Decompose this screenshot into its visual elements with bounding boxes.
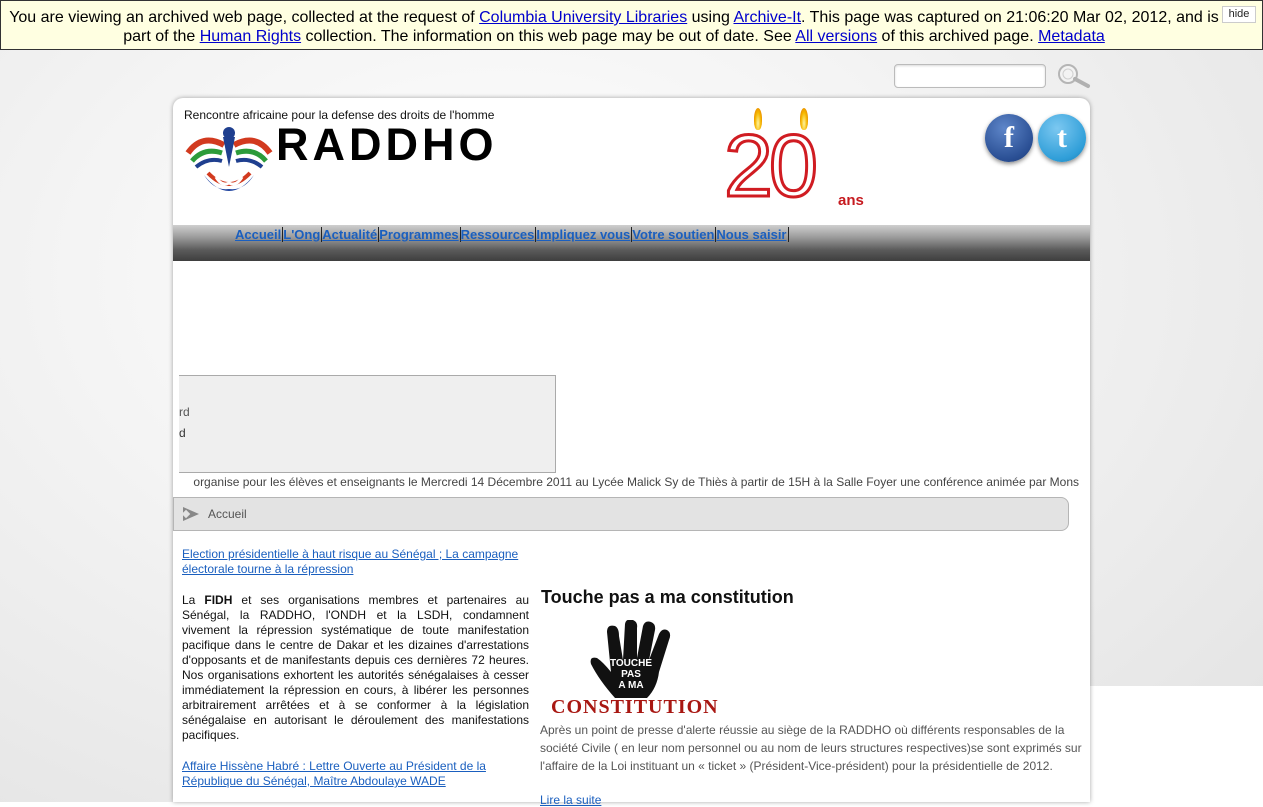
archive-text-5: of this archived page. <box>877 28 1039 45</box>
archive-banner: You are viewing an archived web page, co… <box>0 0 1263 50</box>
featured-title: Touche pas a ma constitution <box>541 587 794 607</box>
nav-actualite[interactable]: Actualité <box>322 227 380 242</box>
hide-banner-button[interactable]: hide <box>1222 6 1256 23</box>
archive-text-4: collection. The information on this web … <box>301 28 796 45</box>
article-1-body: La FIDH et ses organisations membres et … <box>182 593 529 743</box>
search-input[interactable] <box>894 64 1046 88</box>
columbia-libraries-link[interactable]: Columbia University Libraries <box>479 9 687 26</box>
slider-panel[interactable] <box>179 375 556 473</box>
nav-nous-saisir[interactable]: Nous saisir <box>716 227 789 242</box>
hand-text-3: A MA <box>618 680 643 691</box>
nav-programmes[interactable]: Programmes <box>379 227 461 242</box>
archive-text-2: using <box>687 9 734 26</box>
breadcrumb <box>173 497 1069 531</box>
article-2-title: Affaire Hissène Habré : Lettre Ouverte a… <box>182 759 522 789</box>
stop-hand-icon[interactable]: TOUCHE PAS A MA <box>585 620 685 704</box>
hand-text-2: PAS <box>621 669 641 680</box>
slider-text-2: d <box>179 426 186 440</box>
featured-body: Après un point de presse d'alerte réussi… <box>540 723 1082 773</box>
page-background-corner <box>1090 686 1263 802</box>
article-2-link[interactable]: Affaire Hissène Habré : Lettre Ouverte a… <box>182 759 486 788</box>
article-1-text: et ses organisations membres et partenai… <box>182 593 529 742</box>
article-1-link[interactable]: Election présidentielle à haut risque au… <box>182 547 518 576</box>
read-more-link[interactable]: Lire la suite <box>540 793 601 807</box>
nav-ressources[interactable]: Ressources <box>460 227 537 242</box>
article-1-title: Election présidentielle à haut risque au… <box>182 547 522 577</box>
archive-it-link[interactable]: Archive-It <box>733 9 801 26</box>
nav-ong[interactable]: L'Ong <box>283 227 323 242</box>
read-more: Lire la suite <box>540 793 601 807</box>
slider-text-1: rd <box>179 405 190 419</box>
breadcrumb-current: Accueil <box>208 507 247 521</box>
nav-accueil[interactable]: Accueil <box>235 227 284 242</box>
article-1-lead: La <box>182 593 205 607</box>
hand-text-1: TOUCHE <box>610 658 652 669</box>
search-icon[interactable] <box>1052 61 1092 91</box>
twitter-icon[interactable]: t <box>1038 114 1086 162</box>
archive-notice: You are viewing an archived web page, co… <box>7 8 1221 46</box>
nav-votre-soutien[interactable]: Votre soutien <box>632 227 717 242</box>
all-versions-link[interactable]: All versions <box>795 28 877 45</box>
brand-wordmark: RADDHO <box>276 119 498 170</box>
raddho-logo-icon[interactable] <box>182 125 276 205</box>
fidh-label: FIDH <box>204 593 233 607</box>
anniversary-number: 20 <box>723 116 820 215</box>
ticker-text: organise pour les élèves et enseignants … <box>193 475 1079 489</box>
metadata-link[interactable]: Metadata <box>1038 28 1105 45</box>
archive-text-1: You are viewing an archived web page, co… <box>9 9 480 26</box>
news-ticker[interactable]: organise pour les élèves et enseignants … <box>173 474 1079 490</box>
anniversary-suffix: ans <box>838 192 864 209</box>
main-navigation: Accueil L'Ong Actualité Programmes Ressource… <box>235 227 789 242</box>
twitter-glyph: t <box>1057 121 1067 154</box>
constitution-banner: CONSTITUTION <box>551 696 719 718</box>
nav-impliquez-vous[interactable]: Impliquez vous <box>536 227 633 242</box>
facebook-glyph: f <box>1004 121 1014 154</box>
human-rights-link[interactable]: Human Rights <box>200 28 301 45</box>
facebook-icon[interactable]: f <box>985 114 1033 162</box>
